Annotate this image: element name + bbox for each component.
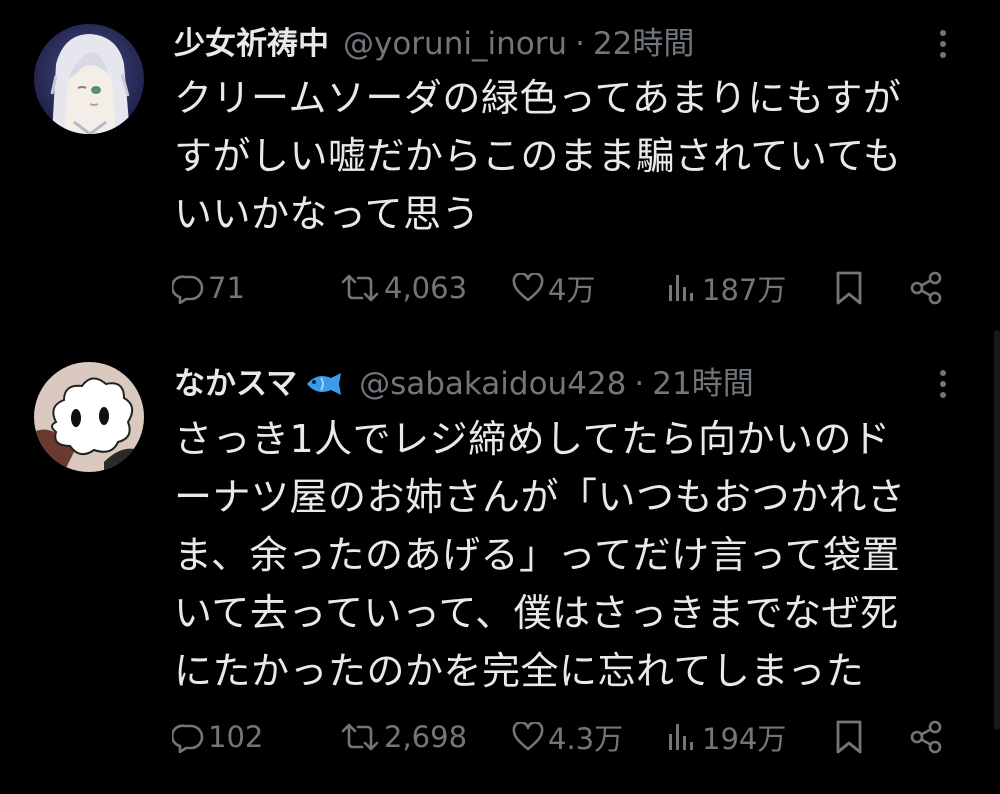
- reply-count: 71: [208, 271, 245, 305]
- tweet-text-line: クリームソーダの緑色ってあまりにもすが: [174, 76, 902, 120]
- retweet-button[interactable]: 4,063: [340, 266, 467, 310]
- tweet-text-line: いて去っていって、僕はさっきまでなぜ死: [174, 591, 899, 635]
- bookmark-button[interactable]: [834, 266, 864, 310]
- more-vertical-icon: [940, 30, 946, 58]
- like-count: 4.3万: [548, 722, 624, 756]
- white-cloud-creature-avatar-icon: [34, 362, 144, 472]
- analytics-icon: [669, 275, 693, 301]
- action-bar: 102 2,698 4.3万 194万: [172, 715, 962, 759]
- author-name[interactable]: なかスマ: [174, 361, 297, 407]
- retweet-count: 4,063: [384, 271, 468, 305]
- avatar[interactable]: [34, 24, 144, 134]
- heart-icon: [512, 722, 544, 751]
- heart-icon: [512, 273, 544, 302]
- scrollbar[interactable]: [994, 330, 1000, 730]
- timestamp[interactable]: 21時間: [652, 361, 753, 407]
- tweet-text-line: ま、余ったのあげる」ってだけ言って袋置: [174, 533, 901, 577]
- tweet-text-line: ーナツ屋のお姉さんが「いつもおつかれさ: [174, 475, 906, 519]
- views-button[interactable]: 194万: [666, 715, 786, 759]
- retweet-icon: [341, 723, 379, 751]
- reply-button[interactable]: 71: [172, 266, 245, 310]
- views-count: 194万: [702, 722, 787, 756]
- reply-button[interactable]: 102: [172, 715, 263, 759]
- separator: ·: [634, 366, 645, 402]
- share-button[interactable]: [908, 715, 944, 759]
- separator: ·: [575, 26, 585, 62]
- share-button[interactable]: [908, 266, 944, 310]
- more-options-button[interactable]: [930, 21, 956, 67]
- tweet-card[interactable]: なかスマ @sabakaidou428 · 21時間 さっき1人でレジ締めしてた…: [0, 330, 1000, 794]
- tweet-header: 少女祈祷中 @yoruni_inoru · 22時間: [174, 21, 930, 67]
- more-options-button[interactable]: [930, 361, 956, 407]
- share-icon: [910, 720, 942, 754]
- tweet-card[interactable]: 少女祈祷中 @yoruni_inoru · 22時間 クリームソーダの緑色ってあ…: [0, 0, 1000, 330]
- retweet-icon: [341, 274, 379, 302]
- retweet-count: 2,698: [384, 720, 468, 754]
- bookmark-icon: [836, 720, 862, 754]
- views-count: 187万: [702, 273, 787, 307]
- tweet-header: なかスマ @sabakaidou428 · 21時間: [174, 361, 930, 407]
- like-button[interactable]: 4.3万: [512, 715, 623, 759]
- like-count: 4万: [548, 273, 596, 307]
- author-handle[interactable]: @yoruni_inoru: [343, 21, 567, 67]
- avatar[interactable]: [34, 362, 144, 472]
- tweet-text: さっき1人でレジ締めしてたら向かいのド ーナツ屋のお姉さんが「いつもおつかれさ ま、…: [174, 410, 974, 700]
- tweet-text-line: すがしい嘘だからこのまま騙されていても: [174, 134, 902, 178]
- analytics-icon: [669, 724, 693, 750]
- views-button[interactable]: 187万: [666, 266, 786, 310]
- author-handle[interactable]: @sabakaidou428: [359, 361, 626, 407]
- bookmark-icon: [836, 271, 862, 305]
- action-bar: 71 4,063 4万 187万: [172, 266, 962, 310]
- anime-girl-avatar-icon: [34, 24, 144, 134]
- retweet-button[interactable]: 2,698: [340, 715, 467, 759]
- author-name[interactable]: 少女祈祷中: [174, 21, 329, 67]
- timestamp[interactable]: 22時間: [593, 21, 694, 67]
- reply-icon: [172, 724, 204, 753]
- tweet-text-line: いいかなって思う: [174, 192, 481, 236]
- tweet-text-line: さっき1人でレジ締めしてたら向かいのド: [174, 417, 891, 461]
- share-icon: [910, 271, 942, 305]
- like-button[interactable]: 4万: [512, 266, 595, 310]
- reply-count: 102: [208, 720, 264, 754]
- tweet-text: クリームソーダの緑色ってあまりにもすが すがしい嘘だからこのまま騙されていても いい…: [174, 69, 974, 243]
- fish-icon: [307, 373, 342, 395]
- tweet-text-line: にたかったのかを完全に忘れてしまった: [174, 649, 865, 693]
- more-vertical-icon: [940, 370, 946, 398]
- bookmark-button[interactable]: [834, 715, 864, 759]
- reply-icon: [172, 275, 204, 304]
